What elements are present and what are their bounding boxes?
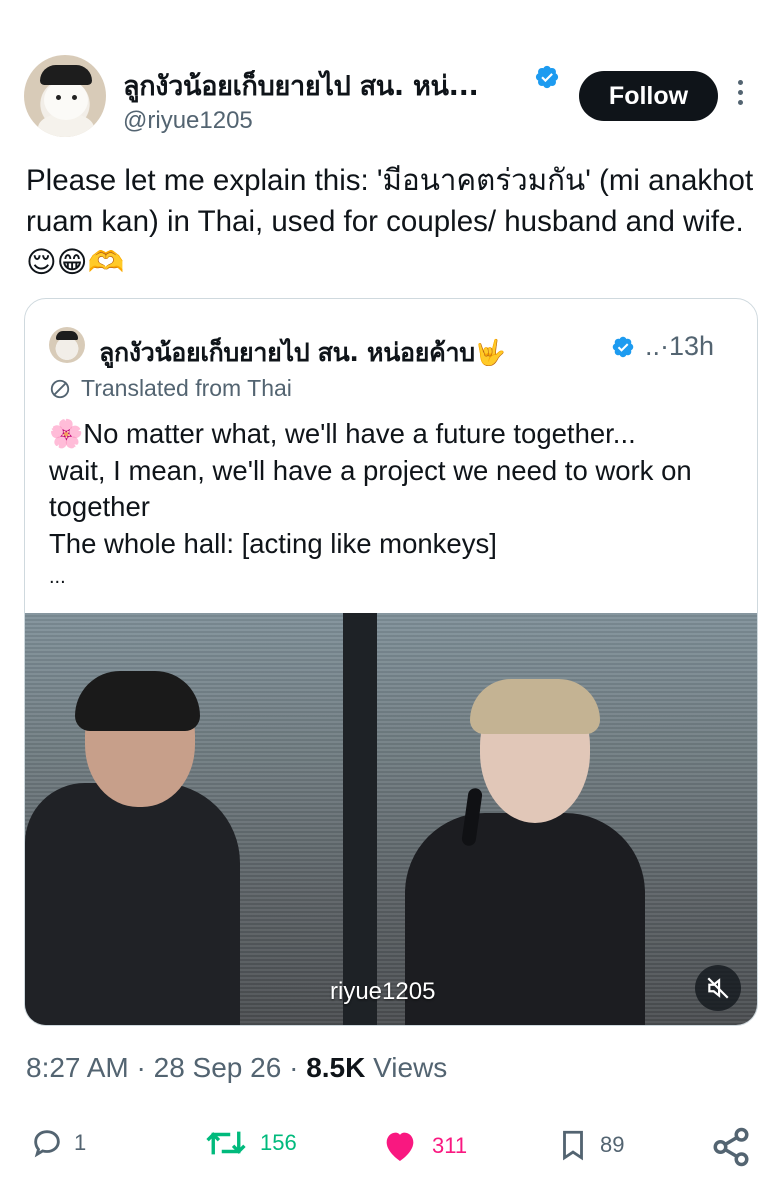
quoted-video[interactable]: riyue1205 [25,613,757,1025]
author-display-name[interactable]: ลูกงัวน้อยเก็บยายไป สน. หน่... [123,64,479,107]
tweet-text: Please let me explain this: 'มีอนาคตร่วม… [26,164,754,279]
verified-badge-icon [612,336,634,358]
bookmark-icon [563,1130,583,1161]
like-button[interactable]: 311 [378,1126,467,1166]
repost-count: 156 [260,1130,297,1155]
views-count: 8.5K [306,1052,366,1083]
quoted-avatar[interactable] [49,327,85,363]
reply-count: 1 [74,1130,87,1155]
video-watermark: riyue1205 [330,978,436,1005]
tweet-timestamp: 8:27 AM · 28 Sep 26 · 8.5K Views [26,1052,447,1084]
globe-icon [50,379,70,398]
views-label: Views [365,1052,448,1083]
more-icon[interactable] [733,80,747,112]
reply-button[interactable]: 1 [30,1126,86,1160]
share-button[interactable] [710,1126,752,1168]
separator: · [128,1052,154,1083]
avatar[interactable] [24,55,106,137]
translated-label[interactable]: Translated from Thai [49,375,292,402]
action-bar: 1 156 311 89 [0,1120,783,1175]
quoted-tweet[interactable]: ลูกงัวน้อยเก็บยายไป สน. หน่อยค้าบ🤟 ..·13… [24,298,758,1026]
author-handle[interactable]: @riyue1205 [123,107,253,135]
quoted-display-name[interactable]: ลูกงัวน้อยเก็บยายไป สน. หน่อยค้าบ🤟 [99,333,506,373]
quoted-text: 🌸No matter what, we'll have a future tog… [49,416,749,592]
reply-icon [34,1130,60,1158]
quoted-line: The whole hall: [acting like monkeys] [49,527,497,559]
quoted-line: wait, I mean, we'll have a project we ne… [49,454,692,523]
like-icon [386,1132,414,1161]
tweet-header: ลูกงัวน้อยเก็บยายไป สน. หน่... @riyue120… [0,0,783,150]
follow-button[interactable]: Follow [579,71,718,121]
quoted-meta: ..·13h [645,331,715,361]
quoted-ellipsis: ... [49,566,66,588]
tweet-date[interactable]: 28 Sep 26 [154,1052,282,1083]
bookmark-count: 89 [600,1132,625,1157]
mute-icon [707,977,729,999]
quoted-line: 🌸No matter what, we'll have a future tog… [49,418,636,449]
mute-button[interactable] [695,965,741,1011]
tweet-time[interactable]: 8:27 AM [26,1052,129,1083]
translated-text: Translated from Thai [81,375,292,401]
like-count: 311 [432,1133,468,1158]
bookmark-button[interactable]: 89 [556,1126,624,1164]
separator: · [281,1052,307,1083]
repost-icon [206,1131,246,1155]
repost-button[interactable]: 156 [202,1126,297,1160]
verified-badge-icon [535,65,559,89]
share-icon [713,1127,749,1167]
